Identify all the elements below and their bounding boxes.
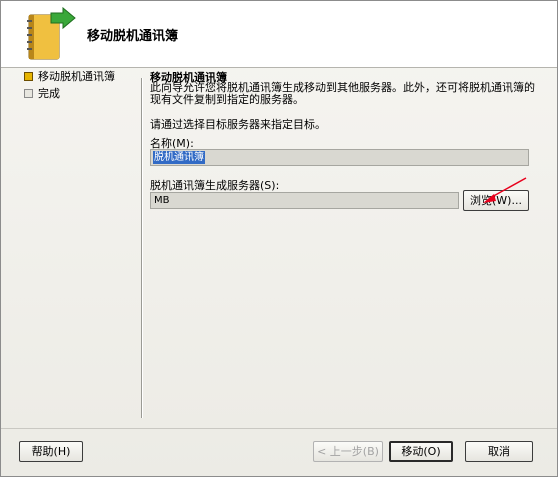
name-field[interactable]: 脱机通讯簿	[150, 149, 529, 166]
wizard-title: 移动脱机通讯簿	[87, 29, 179, 44]
instruction-text: 请通过选择目标服务器来指定目标。	[150, 118, 326, 131]
page-description: 此向导允许您将脱机通讯簿生成移动到其他服务器。此外，还可将脱机通讯簿的现有文件复…	[150, 81, 535, 106]
move-button[interactable]: 移动(O)	[389, 441, 453, 462]
wizard-header: 移动脱机通讯簿	[1, 1, 557, 67]
red-arrow-annotation	[483, 177, 527, 203]
server-value: MB	[154, 195, 170, 206]
server-label: 脱机通讯簿生成服务器(S):	[150, 179, 280, 192]
server-field: MB	[150, 192, 459, 209]
step-label: 完成	[38, 87, 60, 100]
pane-divider-highlight	[142, 78, 143, 418]
step-inactive-marker	[24, 89, 33, 98]
help-button[interactable]: 帮助(H)	[19, 441, 83, 462]
name-value: 脱机通讯簿	[153, 151, 205, 164]
step-label: 移动脱机通讯簿	[38, 70, 115, 83]
cancel-button[interactable]: 取消	[465, 441, 533, 462]
step-active-marker	[24, 72, 33, 81]
footer-divider	[1, 428, 557, 429]
back-button[interactable]: < 上一步(B)	[313, 441, 383, 462]
address-book-move-icon	[27, 7, 76, 60]
header-divider	[1, 67, 557, 68]
